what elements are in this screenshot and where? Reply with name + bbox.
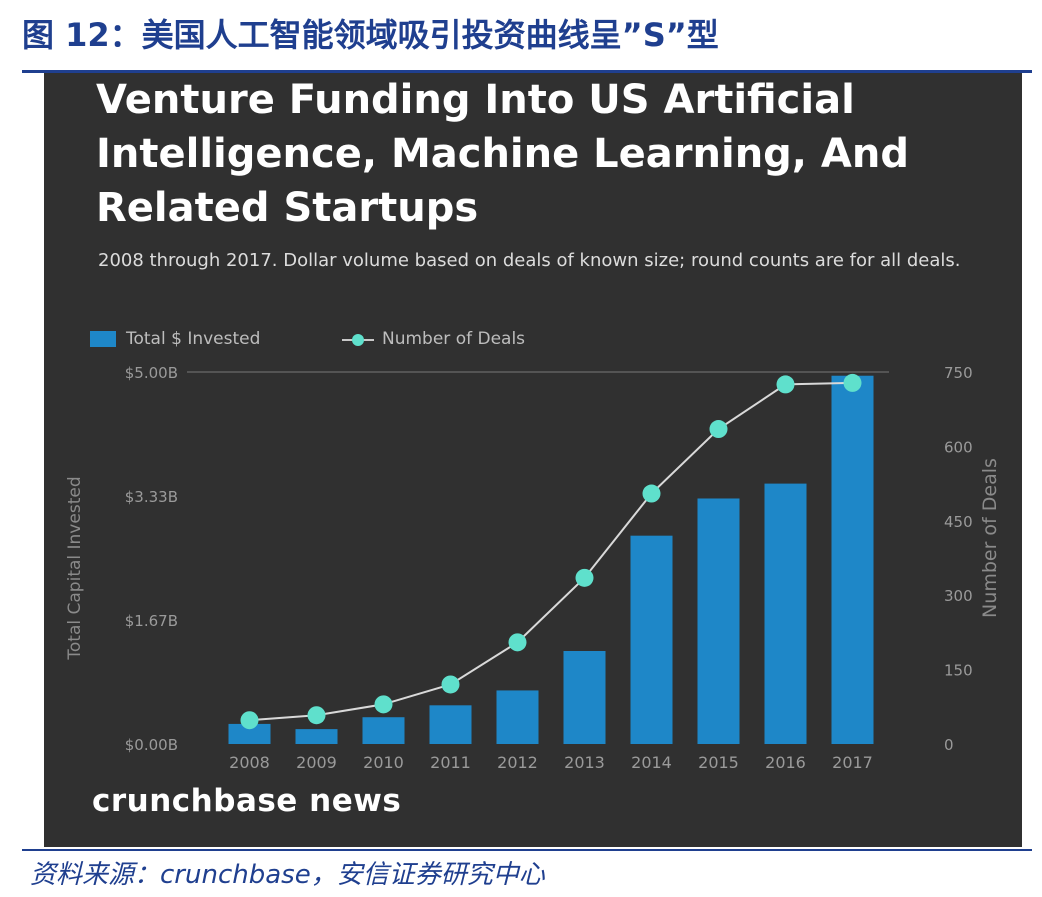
bars (228, 375, 874, 744)
deal-point-2016 (776, 375, 795, 394)
y-left-tick-label: $0.00B (125, 736, 178, 754)
y-left-tick-label: $5.00B (125, 364, 178, 382)
bar-2017 (831, 375, 874, 744)
bar-2013 (563, 651, 606, 744)
y-right-tick-label: 0 (944, 736, 954, 754)
deal-point-2013 (575, 568, 594, 587)
y-right-tick-label: 450 (944, 513, 973, 531)
x-ticks: 2008 2009 2010 2011 2012 2013 2014 2015 2016 2017 (229, 753, 873, 772)
y-left-tick-label: $1.67B (125, 612, 178, 630)
x-tick-label: 2017 (832, 753, 873, 772)
x-tick-label: 2016 (765, 753, 806, 772)
deal-point-2015 (709, 420, 728, 439)
source-note: 资料来源：crunchbase，安信证券研究中心 (30, 860, 545, 890)
deal-point-2009 (307, 706, 326, 725)
y-right-tick-label: 300 (944, 587, 973, 605)
x-tick-label: 2012 (497, 753, 538, 772)
deal-point-2017 (843, 373, 862, 392)
figure-title: 图 12：美国人工智能领域吸引投资曲线呈”S”型 (22, 16, 719, 54)
deals-polyline (249, 381, 853, 722)
bottom-rule (22, 849, 1032, 851)
y-right-label: Number of Deals (979, 458, 1001, 618)
chart-plot: $0.00B $1.67B $3.33B $5.00B 0 150 300 450 600 75… (65, 364, 1001, 772)
bar-2015 (697, 498, 740, 744)
x-tick-label: 2014 (631, 753, 672, 772)
brand-logo-text: crunchbase news (92, 783, 402, 819)
chart-panel: Venture Funding Into US Artificial Intel… (44, 73, 1022, 847)
x-tick-label: 2009 (296, 753, 337, 772)
x-tick-label: 2011 (430, 753, 471, 772)
y-left-label: Total Capital Invested (65, 476, 85, 660)
x-tick-label: 2013 (564, 753, 605, 772)
bar-2014 (630, 535, 673, 744)
y-right-tick-label: 750 (944, 364, 973, 382)
bar-2012 (496, 690, 539, 744)
bar-2009 (295, 729, 338, 744)
x-tick-label: 2010 (363, 753, 404, 772)
deal-point-2008 (240, 711, 259, 730)
deal-point-2012 (508, 633, 527, 652)
deal-point-2011 (441, 675, 460, 694)
deal-point-2010 (374, 695, 393, 714)
bar-2016 (764, 483, 807, 744)
bar-2010 (362, 717, 405, 744)
x-tick-label: 2015 (698, 753, 739, 772)
y-right-ticks: 0 150 300 450 600 750 (944, 364, 973, 754)
y-right-tick-label: 600 (944, 438, 973, 456)
y-right-tick-label: 150 (944, 662, 973, 680)
y-left-tick-label: $3.33B (125, 488, 178, 506)
x-tick-label: 2008 (229, 753, 270, 772)
bar-2011 (429, 705, 472, 744)
deal-point-2014 (642, 484, 661, 503)
